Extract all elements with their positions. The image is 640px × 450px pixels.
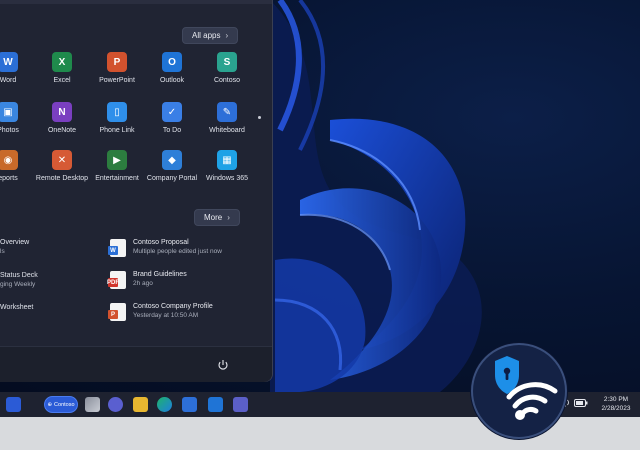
recommended-item-brand-guidelines[interactable]: PDF Brand Guidelines 2h ago bbox=[107, 271, 187, 289]
page-dot bbox=[258, 116, 261, 119]
pinned-app-label: Windows 365 bbox=[205, 175, 249, 182]
entertainment-icon: ▶ bbox=[107, 150, 127, 170]
recommended-text: Contoso Proposal Multiple people edited j… bbox=[133, 239, 222, 255]
ppt-doc-icon: P bbox=[108, 303, 126, 321]
store-icon[interactable] bbox=[182, 397, 197, 412]
file-type-tag: W bbox=[108, 246, 118, 255]
pinned-app-company-portal[interactable]: ◆ Company Portal bbox=[142, 150, 202, 194]
pinned-app-label: Entertainment bbox=[95, 175, 139, 182]
pinned-app-label: Remote Desktop bbox=[35, 175, 89, 182]
task-view-icon[interactable] bbox=[85, 397, 100, 412]
reports-icon: ◉ bbox=[0, 150, 18, 170]
file-type-tag: PDF bbox=[107, 278, 119, 287]
pinned-app-label: Excel bbox=[53, 77, 71, 84]
pinned-app-label: PowerPoint bbox=[99, 77, 135, 84]
pinned-app-powerpoint[interactable]: P PowerPoint bbox=[87, 52, 147, 96]
powerpoint-icon: P bbox=[107, 52, 127, 72]
secure-wifi-badge bbox=[471, 343, 567, 439]
recommended-title: Contoso Company Profile bbox=[133, 303, 213, 310]
edge-browser-icon[interactable] bbox=[157, 397, 172, 412]
all-apps-button[interactable]: All apps › bbox=[182, 27, 239, 44]
pinned-app-label: Company Portal bbox=[146, 175, 198, 182]
all-apps-label: All apps bbox=[192, 31, 221, 40]
outlook-taskbar-icon[interactable] bbox=[208, 397, 223, 412]
recommended-item-overview[interactable]: Overview ls bbox=[0, 239, 29, 255]
pinned-app-remote-desktop[interactable]: ✕ Remote Desktop bbox=[32, 150, 92, 194]
battery-icon[interactable] bbox=[574, 398, 588, 407]
pinned-app-label: OneNote bbox=[47, 127, 77, 134]
clock-date: 2/28/2023 bbox=[601, 405, 631, 412]
search-bar-edge[interactable] bbox=[0, 0, 272, 4]
recommended-item-worksheet[interactable]: Worksheet bbox=[0, 304, 33, 311]
shield-wifi-icon bbox=[495, 356, 558, 420]
pinned-page-indicator[interactable] bbox=[258, 116, 262, 123]
remote-desktop-icon: ✕ bbox=[52, 150, 72, 170]
start-menu-footer bbox=[0, 346, 272, 382]
recommended-item-contoso-company-profile[interactable]: P Contoso Company Profile Yesterday at 10:… bbox=[108, 303, 213, 321]
pinned-app-to-do[interactable]: ✓ To Do bbox=[142, 102, 202, 146]
recommended-subtitle: Multiple people edited just now bbox=[133, 248, 222, 255]
recommended-title: Contoso Proposal bbox=[133, 239, 189, 246]
pinned-app-label: Whiteboard bbox=[209, 127, 245, 134]
company-portal-icon: ◆ bbox=[162, 150, 182, 170]
pinned-app-label: Word bbox=[0, 77, 17, 84]
chevron-right-icon: › bbox=[225, 31, 229, 40]
clock-time: 2:30 PM bbox=[603, 396, 629, 403]
chevron-right-icon: › bbox=[227, 213, 230, 222]
contoso-icon: S bbox=[217, 52, 237, 72]
more-label: More bbox=[204, 213, 223, 222]
start-menu: All apps › W Word X Excel P PowerPoint O Outloo… bbox=[0, 0, 273, 382]
outlook-icon: O bbox=[162, 52, 182, 72]
whiteboard-icon: ✎ bbox=[217, 102, 237, 122]
recommended-item-contoso-proposal[interactable]: W Contoso Proposal Multiple people edited … bbox=[108, 239, 222, 257]
teams-chat-icon[interactable] bbox=[108, 397, 123, 412]
recommended-text: Brand Guidelines 2h ago bbox=[133, 271, 187, 287]
pinned-app-label: Contoso bbox=[213, 77, 241, 84]
recommended-subtitle: Yesterday at 10:50 AM bbox=[133, 312, 199, 319]
recommended-title: Overview bbox=[0, 239, 30, 246]
pinned-app-whiteboard[interactable]: ✎ Whiteboard bbox=[197, 102, 257, 146]
pinned-app-label: Photos bbox=[0, 127, 19, 134]
pinned-app-outlook[interactable]: O Outlook bbox=[142, 52, 202, 96]
recommended-subtitle: ls bbox=[0, 248, 5, 255]
excel-icon: X bbox=[52, 52, 72, 72]
taskbar-search[interactable]: ⊕ Contoso bbox=[44, 396, 78, 413]
clock[interactable]: 2:30 PM 2/28/2023 bbox=[594, 395, 638, 413]
pinned-app-label: Outlook bbox=[159, 77, 185, 84]
recommended-title: Status Deck bbox=[0, 272, 38, 279]
pinned-app-excel[interactable]: X Excel bbox=[32, 52, 92, 96]
pinned-app-label: eports bbox=[0, 175, 18, 182]
pinned-app-contoso[interactable]: S Contoso bbox=[197, 52, 257, 96]
pdf-doc-icon: PDF bbox=[107, 271, 126, 289]
taskbar-search-label: Contoso bbox=[54, 401, 75, 408]
phone-link-icon: ▯ bbox=[107, 102, 127, 122]
start-button-edge[interactable] bbox=[6, 397, 21, 412]
pinned-app-label: Phone Link bbox=[99, 127, 135, 134]
file-type-tag: P bbox=[108, 310, 118, 319]
file-explorer-icon[interactable] bbox=[133, 397, 148, 412]
pinned-app-label: To Do bbox=[162, 127, 182, 134]
word-doc-icon: W bbox=[108, 239, 126, 257]
windows-365-icon: ▦ bbox=[217, 150, 237, 170]
photos-icon: ▣ bbox=[0, 102, 18, 122]
recommended-item-status-deck[interactable]: Status Deck ging Weekly bbox=[0, 272, 38, 288]
recommended-title: Worksheet bbox=[0, 304, 34, 311]
pinned-app-phone-link[interactable]: ▯ Phone Link bbox=[87, 102, 147, 146]
search-icon: ⊕ bbox=[47, 401, 53, 408]
todo-icon: ✓ bbox=[162, 102, 182, 122]
recommended-subtitle: 2h ago bbox=[133, 280, 153, 287]
teams-icon[interactable] bbox=[233, 397, 248, 412]
pinned-app-onenote[interactable]: N OneNote bbox=[32, 102, 92, 146]
recommended-subtitle: ging Weekly bbox=[0, 281, 36, 288]
recommended-title: Brand Guidelines bbox=[133, 271, 187, 278]
pinned-app-entertainment[interactable]: ▶ Entertainment bbox=[87, 150, 147, 194]
pinned-app-windows-365[interactable]: ▦ Windows 365 bbox=[197, 150, 257, 194]
power-icon[interactable] bbox=[217, 359, 229, 371]
recommended-text: Contoso Company Profile Yesterday at 10:5… bbox=[133, 303, 213, 319]
word-icon: W bbox=[0, 52, 18, 72]
onenote-icon: N bbox=[52, 102, 72, 122]
more-button[interactable]: More › bbox=[194, 209, 240, 226]
